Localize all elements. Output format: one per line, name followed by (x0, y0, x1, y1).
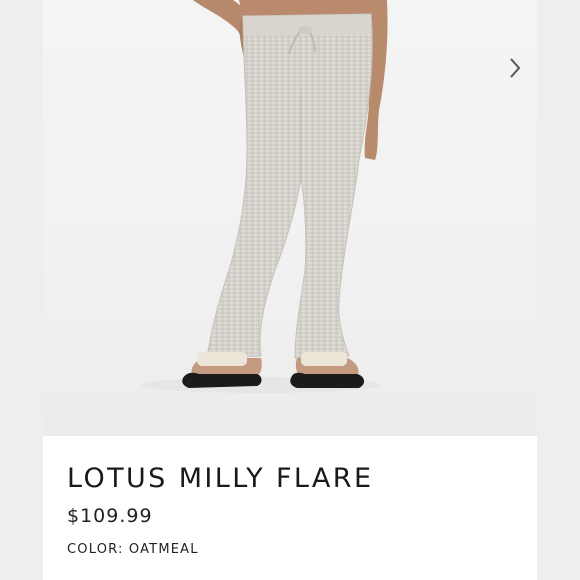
color-value: OATMEAL (128, 542, 199, 557)
product-photo[interactable] (43, 0, 537, 436)
product-image (141, 0, 388, 393)
color-label: COLOR: (67, 542, 124, 557)
product-title: LOTUS MILLY FLARE (67, 463, 374, 494)
product-price: $109.99 (67, 505, 153, 527)
product-color: COLOR: OATMEAL (67, 542, 527, 557)
product-info: LOTUS MILLY FLARE $109.99 COLOR: OATMEAL (67, 460, 527, 557)
page: LOTUS MILLY FLARE $109.99 COLOR: OATMEAL (0, 0, 580, 580)
product-card: LOTUS MILLY FLARE $109.99 COLOR: OATMEAL (43, 0, 537, 580)
gallery-next-button[interactable] (500, 52, 530, 84)
chevron-right-icon (510, 58, 521, 78)
